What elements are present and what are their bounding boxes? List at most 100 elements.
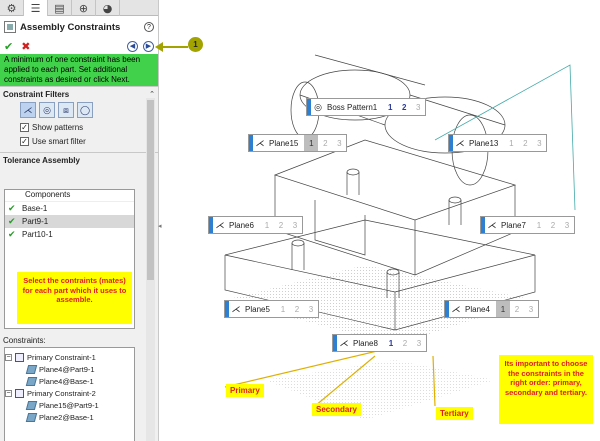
primary-option[interactable]: 1 [260, 217, 274, 233]
tree-item[interactable]: − Primary Constraint-2 [5, 387, 134, 399]
display-manager-tab[interactable]: ◕ [96, 0, 120, 16]
property-manager-header: Assembly Constraints ? [0, 16, 158, 38]
scrollbar-thumb[interactable] [147, 100, 154, 280]
secondary-option[interactable]: 2 [274, 217, 288, 233]
use-smart-filter-checkbox[interactable]: ✓ Use smart filter [0, 134, 158, 148]
constraint-name: Plane4 [465, 304, 490, 314]
help-icon[interactable]: ? [144, 22, 154, 32]
tertiary-option[interactable]: 3 [288, 217, 302, 233]
property-manager-panel: ⚙ ☰ ▤ ⊕ ◕ Assembly Constraints ? ✔ ✖ ◀ ▶… [0, 0, 159, 441]
checkbox-label: Use smart filter [32, 136, 86, 146]
components-list: Components ✔ Base-1 ✔ Part9-1 ✔ Part10-1 Se… [4, 189, 135, 329]
component-name: Base-1 [22, 204, 48, 213]
panel-scrollbar[interactable] [146, 98, 155, 441]
coincident-filter-button[interactable]: ◎ [39, 102, 55, 118]
ok-button[interactable]: ✔ [4, 40, 13, 53]
primary-option[interactable]: 1 [495, 301, 510, 317]
checkbox-checked-icon: ✓ [20, 122, 29, 132]
secondary-option[interactable]: 2 [398, 335, 412, 351]
secondary-label: Secondary [312, 403, 361, 416]
primary-option[interactable]: 1 [384, 335, 398, 351]
constraint-box-plane13[interactable]: ⋌ Plane13 1 2 3 [448, 134, 548, 152]
secondary-option[interactable]: 2 [518, 135, 532, 151]
primary-option[interactable]: 1 [276, 301, 290, 317]
next-button[interactable]: ▶ [143, 40, 154, 52]
step-callout-badge: 1 [188, 37, 203, 52]
assembly-constraints-icon [4, 21, 16, 33]
secondary-option[interactable]: 2 [290, 301, 304, 317]
tree-label: Plane4@Part9-1 [39, 364, 95, 374]
angle-icon: ⋌ [255, 137, 265, 148]
tertiary-option[interactable]: 3 [411, 99, 425, 115]
parallel-filter-button[interactable]: ⧈ [58, 102, 74, 118]
constraints-label: Constraints: [3, 336, 46, 345]
constraint-box-plane5[interactable]: ⋌ Plane5 1 2 3 [224, 300, 319, 318]
tree-item[interactable]: − Primary Constraint-1 [5, 351, 134, 363]
plane-icon [25, 412, 38, 422]
angle-icon: ⋌ [339, 337, 349, 348]
collapse-icon[interactable]: − [5, 389, 12, 397]
list-item[interactable]: ✔ Base-1 [5, 202, 134, 215]
tangent-filter-button[interactable]: ◯ [77, 102, 93, 118]
tree-item[interactable]: Plane15@Part9-1 [5, 399, 134, 411]
constraint-name: Plane15 [269, 138, 299, 148]
angle-icon: ⋌ [455, 137, 465, 148]
constraint-box-plane4[interactable]: ⋌ Plane4 1 2 3 [444, 300, 539, 318]
tertiary-option[interactable]: 3 [560, 217, 574, 233]
configuration-manager-tab[interactable]: ▤ [48, 0, 72, 16]
tree-item[interactable]: Plane2@Base-1 [5, 411, 134, 423]
constraint-filters-header[interactable]: Constraint Filters ⌃ [0, 86, 158, 100]
component-name: Part10-1 [22, 230, 53, 239]
constraints-tree: − Primary Constraint-1 Plane4@Part9-1 Pla… [4, 347, 135, 441]
secondary-option[interactable]: 2 [546, 217, 560, 233]
plane-icon [25, 400, 38, 410]
constraint-name: Plane5 [245, 304, 270, 314]
tertiary-option[interactable]: 3 [332, 135, 346, 151]
property-manager-tab[interactable]: ☰ [24, 0, 48, 16]
primary-option[interactable]: 1 [532, 217, 546, 233]
constraint-box-boss-pattern1[interactable]: ◎ Boss Pattern1 1 2 3 [306, 98, 427, 116]
check-icon: ✔ [8, 203, 16, 213]
angle-icon: ⋌ [451, 303, 461, 314]
configuration-manager-icon: ▤ [54, 1, 65, 15]
list-item[interactable]: ✔ Part10-1 [5, 228, 134, 241]
constraint-box-plane6[interactable]: ⋌ Plane6 1 2 3 [208, 216, 303, 234]
order-note: Its important to choose the constraints … [499, 355, 593, 424]
tertiary-option[interactable]: 3 [524, 301, 538, 317]
status-message: A minimum of one constraint has been app… [0, 54, 158, 86]
section-title: Tolerance Assembly [3, 156, 80, 165]
tolerance-assembly-header[interactable]: Tolerance Assembly ⌃ [0, 152, 158, 166]
primary-option[interactable]: 1 [504, 135, 518, 151]
dimxpert-manager-icon: ⊕ [78, 1, 89, 15]
cancel-button[interactable]: ✖ [21, 40, 122, 53]
components-header: Components [5, 190, 134, 202]
tree-item[interactable]: Plane4@Base-1 [5, 375, 134, 387]
collapse-panel-handle[interactable]: ◂ [158, 222, 164, 232]
tree-label: Plane4@Base-1 [39, 376, 94, 386]
tertiary-option[interactable]: 3 [412, 335, 426, 351]
tree-item[interactable]: Plane4@Part9-1 [5, 363, 134, 375]
constraint-box-plane7[interactable]: ⋌ Plane7 1 2 3 [480, 216, 575, 234]
tertiary-option[interactable]: 3 [532, 135, 546, 151]
secondary-option[interactable]: 2 [397, 99, 411, 115]
tree-label: Plane2@Base-1 [39, 412, 94, 422]
primary-option[interactable]: 1 [383, 99, 397, 115]
back-button[interactable]: ◀ [127, 40, 138, 52]
secondary-option[interactable]: 2 [510, 301, 524, 317]
constraint-box-plane15[interactable]: ⋌ Plane15 1 2 3 [248, 134, 348, 152]
constraint-name: Plane13 [469, 138, 499, 148]
secondary-option[interactable]: 2 [318, 135, 332, 151]
angle-filter-button[interactable]: ⋌ [20, 102, 36, 118]
collapse-icon[interactable]: − [5, 353, 12, 361]
primary-option[interactable]: 1 [304, 135, 319, 151]
constraint-box-plane8[interactable]: ⋌ Plane8 1 2 3 [332, 334, 427, 352]
angle-icon: ⋌ [231, 303, 241, 314]
check-icon: ✔ [8, 229, 16, 239]
feature-manager-tab[interactable]: ⚙ [0, 0, 24, 16]
show-patterns-checkbox[interactable]: ✓ Show patterns [0, 120, 158, 134]
tertiary-option[interactable]: 3 [304, 301, 318, 317]
callout-arrow [155, 42, 188, 52]
component-name: Part9-1 [22, 217, 49, 226]
list-item[interactable]: ✔ Part9-1 [5, 215, 134, 228]
dimxpert-manager-tab[interactable]: ⊕ [72, 0, 96, 16]
